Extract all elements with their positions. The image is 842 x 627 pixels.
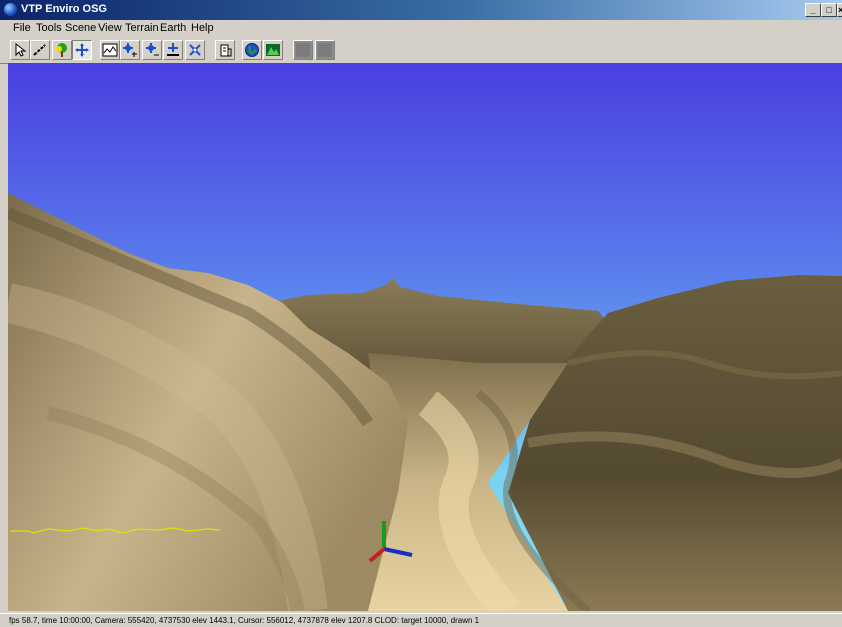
zoom-out-button[interactable] (142, 40, 162, 60)
gray-button-icon (318, 43, 332, 57)
menu-scene[interactable]: Scene (65, 22, 96, 34)
menu-file[interactable]: File (13, 22, 31, 34)
menu-tools[interactable]: Tools (36, 22, 62, 34)
terrain-scene (8, 63, 842, 611)
window-title: VTP Enviro OSG (21, 3, 107, 15)
plant-icon (56, 43, 67, 57)
map-icon (266, 44, 280, 56)
structure-icon (220, 44, 232, 57)
minimize-button[interactable]: _ (805, 3, 821, 17)
globe-icon (245, 43, 259, 57)
maximize-button[interactable]: □ (821, 3, 837, 17)
menu-earth[interactable]: Earth (160, 22, 186, 34)
3d-viewport[interactable] (8, 63, 842, 611)
disabled-button-2[interactable] (315, 40, 335, 60)
structure-tool-button[interactable] (215, 40, 235, 60)
select-icon (15, 42, 27, 57)
menu-help[interactable]: Help (191, 22, 214, 34)
close-button[interactable]: × (837, 3, 842, 17)
title-bar: VTP Enviro OSG _ □ × (0, 0, 842, 20)
menu-view[interactable]: View (98, 22, 122, 34)
expand-icon (189, 44, 201, 56)
zoom-in-button[interactable] (120, 40, 140, 60)
terrain-tool-button[interactable] (100, 40, 120, 60)
zoom-in-icon (123, 43, 137, 57)
menu-bar: File Tools Scene View Terrain Earth Help (0, 20, 842, 37)
status-text: fps 58.7, time 10:00:00, Camera: 555420,… (9, 616, 480, 625)
toolbar (0, 37, 842, 64)
expand-tool-button[interactable] (185, 40, 205, 60)
terrain-icon (102, 43, 118, 57)
status-bar: fps 58.7, time 10:00:00, Camera: 555420,… (0, 613, 842, 627)
menu-terrain[interactable]: Terrain (125, 22, 159, 34)
flatten-tool-button[interactable] (163, 40, 183, 60)
measure-icon (33, 44, 46, 56)
measure-tool-button[interactable] (30, 40, 50, 60)
zoom-out-icon (146, 43, 159, 56)
app-globe-icon (4, 3, 17, 16)
disabled-button-1[interactable] (293, 40, 313, 60)
navigate-tool-button[interactable] (72, 40, 92, 60)
flatten-icon (167, 43, 179, 56)
select-tool-button[interactable] (10, 40, 30, 60)
terrain-map-button[interactable] (263, 40, 283, 60)
navigate-icon (75, 43, 89, 57)
earth-view-button[interactable] (242, 40, 262, 60)
plant-tool-button[interactable] (52, 40, 72, 60)
gray-button-icon (296, 43, 310, 57)
